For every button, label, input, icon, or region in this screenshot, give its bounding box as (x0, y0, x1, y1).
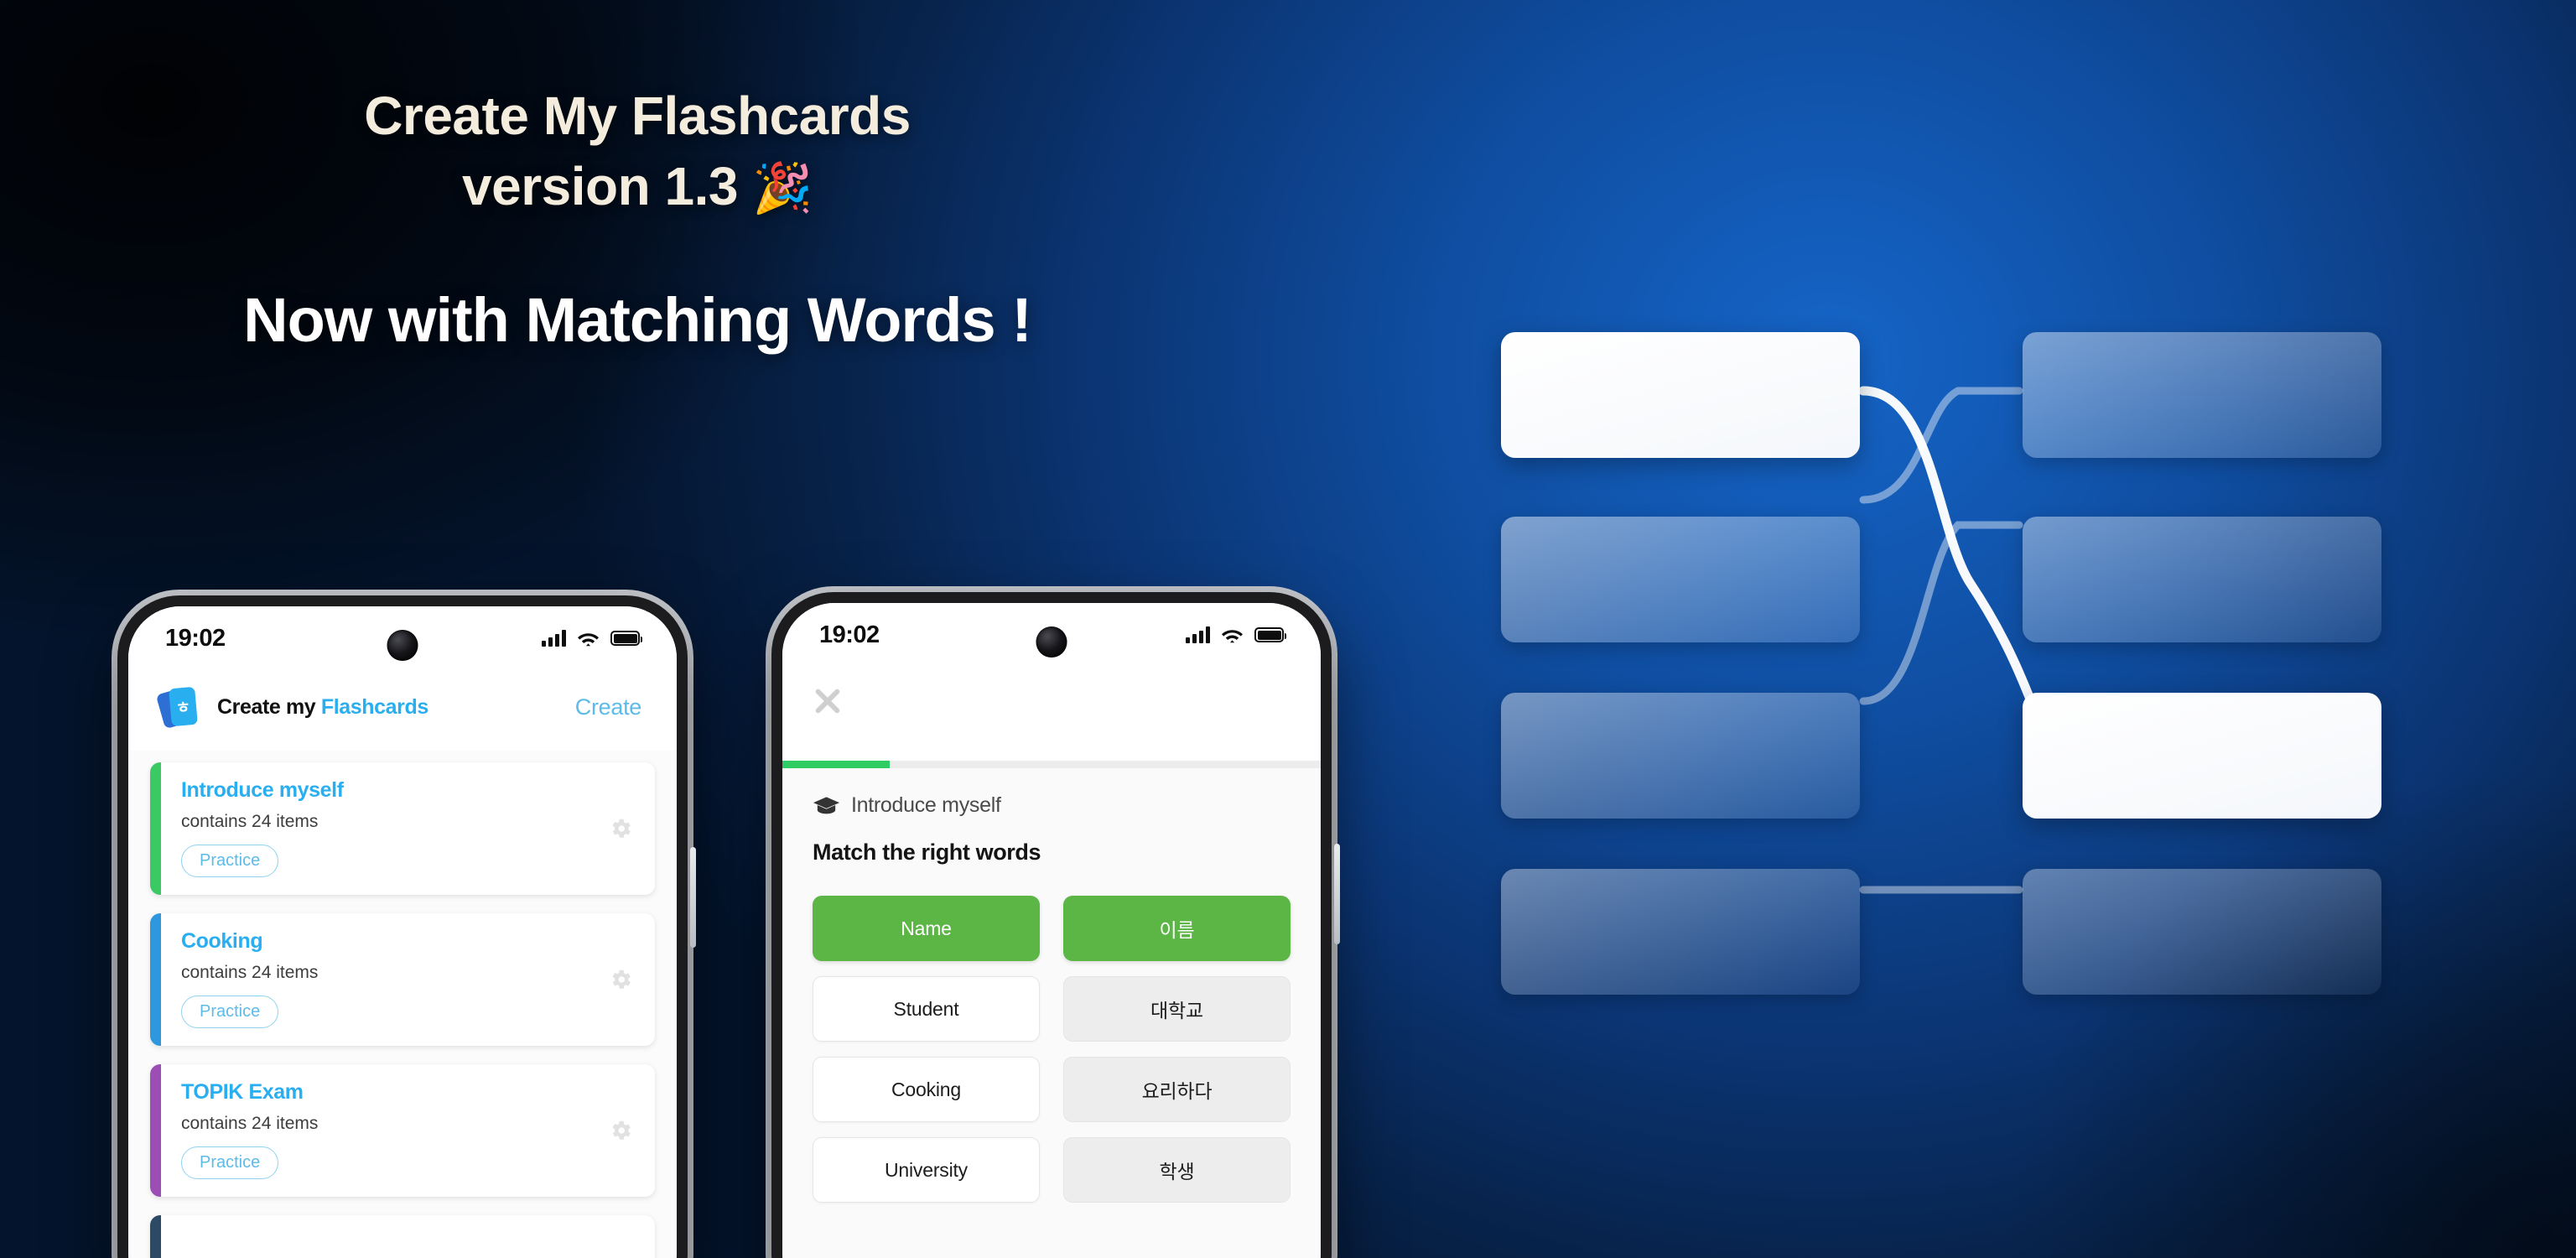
quiz-progress-bar (782, 761, 1321, 768)
brand-suffix: Flashcards (320, 694, 428, 719)
deck-card[interactable]: Introduce myself contains 24 items Practic… (150, 762, 655, 895)
quiz-instruction: Match the right words (813, 840, 1041, 865)
flashcards-logo-icon: ㅎ (155, 685, 205, 730)
deck-body: Cooking contains 24 items Practice (161, 913, 655, 1046)
status-time: 19:02 (165, 624, 226, 652)
diagram-box-left-3 (1501, 693, 1860, 819)
signal-bars-icon (542, 630, 566, 647)
deck-body: TOPIK Exam contains 24 items Practice (161, 1064, 655, 1197)
status-bar: 19:02 (128, 606, 677, 670)
app-header: ㅎ Create my Flashcards Create (128, 670, 677, 751)
diagram-box-right-1 (2023, 332, 2381, 458)
battery-icon (1254, 627, 1286, 642)
diagram-box-right-2 (2023, 517, 2381, 642)
front-camera-icon (387, 630, 418, 661)
gear-icon[interactable] (608, 967, 633, 992)
quiz-progress-fill (782, 761, 891, 768)
close-icon[interactable] (813, 685, 843, 715)
status-icons (1186, 626, 1286, 644)
diagram-box-right-3 (2023, 693, 2381, 819)
match-word-left[interactable]: Name (813, 896, 1040, 961)
status-icons (542, 630, 642, 647)
diagram-box-left-4 (1501, 869, 1860, 995)
quiz-toolbar (782, 667, 1321, 761)
gear-icon[interactable] (608, 816, 633, 841)
match-word-left[interactable]: University (813, 1137, 1040, 1203)
quiz-deck-chip: Introduce myself (813, 793, 1291, 818)
diagram-box-left-2 (1501, 517, 1860, 642)
deck-list[interactable]: Introduce myself contains 24 items Practic… (128, 751, 677, 1258)
deck-card[interactable]: TOPIK Exam contains 24 items Practice (150, 1064, 655, 1197)
brand-prefix: Create my (217, 694, 321, 719)
deck-card[interactable] (150, 1215, 655, 1258)
app-brand-name: Create my Flashcards (217, 695, 428, 720)
headline-block: Create My Flashcards version 1.3 🎉 Now w… (0, 81, 1275, 356)
wifi-icon (1222, 629, 1243, 642)
headline-line-2: version 1.3 🎉 (0, 151, 1275, 221)
deck-accent-stripe (150, 1064, 161, 1197)
quiz-deck-label: Introduce myself (851, 793, 1001, 817)
status-bar: 19:02 (782, 603, 1321, 667)
phone-side-button[interactable] (690, 847, 696, 948)
deck-body (161, 1215, 655, 1258)
diagram-box-right-4 (2023, 869, 2381, 995)
graduation-cap-icon (813, 796, 840, 814)
wifi-icon (578, 632, 599, 646)
headline-main: Now with Matching Words ! (243, 284, 1032, 355)
phone-side-button[interactable] (1334, 844, 1340, 944)
match-word-right[interactable]: 요리하다 (1063, 1057, 1291, 1122)
party-popper-icon: 🎉 (752, 161, 813, 216)
phone-one-screen: 19:02 ㅎ Create my Flashcards Create Intr… (128, 606, 677, 1258)
front-camera-icon (1036, 626, 1067, 658)
logo-card-front: ㅎ (169, 686, 198, 727)
deck-item-count: contains 24 items (181, 1114, 319, 1133)
practice-button[interactable]: Practice (181, 1146, 279, 1179)
deck-accent-stripe (150, 1215, 161, 1258)
gear-icon[interactable] (608, 1118, 633, 1143)
create-deck-button[interactable]: Create (575, 694, 642, 720)
deck-item-count: contains 24 items (181, 812, 319, 831)
headline-line-1: Create My Flashcards (364, 86, 911, 146)
practice-button[interactable]: Practice (181, 845, 279, 877)
deck-body: Introduce myself contains 24 items Practic… (161, 762, 655, 895)
phone-two-screen: 19:02 Introduce myself Match the right w… (782, 603, 1321, 1258)
match-word-right[interactable]: 대학교 (1063, 976, 1291, 1042)
match-word-right[interactable]: 이름 (1063, 896, 1291, 961)
phone-mockup-deck-list: 19:02 ㅎ Create my Flashcards Create Intr… (117, 595, 696, 1258)
headline-version-text: version 1.3 (462, 156, 738, 217)
deck-accent-stripe (150, 913, 161, 1046)
deck-title: TOPIK Exam (181, 1080, 304, 1104)
deck-title: Cooking (181, 929, 263, 953)
phone-mockup-matching-quiz: 19:02 Introduce myself Match the right w… (771, 592, 1340, 1258)
practice-button[interactable]: Practice (181, 995, 279, 1028)
deck-card[interactable]: Cooking contains 24 items Practice (150, 913, 655, 1046)
diagram-box-left-1 (1501, 332, 1860, 458)
matching-diagram-illustration (1501, 282, 2449, 995)
match-word-left[interactable]: Cooking (813, 1057, 1040, 1122)
match-word-left[interactable]: Student (813, 976, 1040, 1042)
deck-item-count: contains 24 items (181, 963, 319, 982)
signal-bars-icon (1186, 626, 1210, 643)
battery-icon (610, 631, 642, 646)
quiz-body: Introduce myself Match the right words N… (782, 768, 1321, 1258)
matching-words-grid[interactable]: Name 이름 Student 대학교 Cooking 요리하다 University 학생 (813, 896, 1291, 1203)
match-word-right[interactable]: 학생 (1063, 1137, 1291, 1203)
deck-accent-stripe (150, 762, 161, 895)
deck-title: Introduce myself (181, 778, 344, 802)
status-time: 19:02 (819, 621, 880, 648)
